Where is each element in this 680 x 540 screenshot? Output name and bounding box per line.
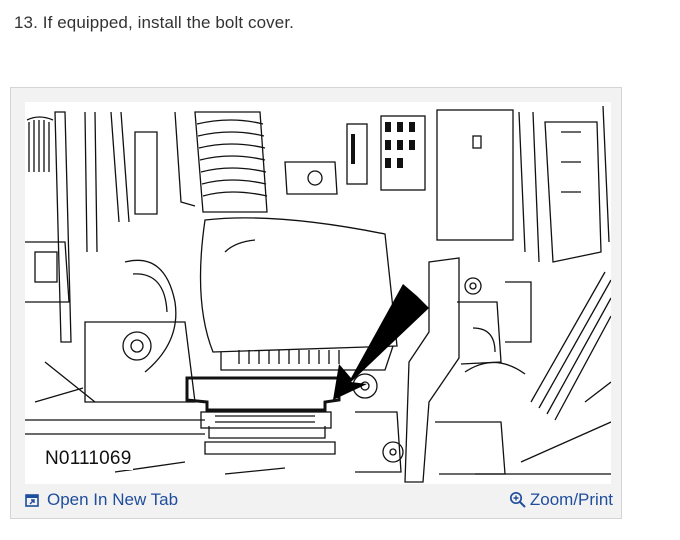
open-in-new-tab-icon <box>25 493 40 508</box>
bolt-cover <box>185 376 341 412</box>
radiator-fins <box>26 116 54 172</box>
zoom-print-link[interactable]: Zoom/Print <box>509 490 613 510</box>
intake-bellows <box>194 111 268 213</box>
air-box <box>199 217 398 371</box>
open-in-new-tab-link[interactable]: Open In New Tab <box>25 490 178 510</box>
figure-id-label: N0111069 <box>43 448 134 470</box>
open-in-new-tab-label: Open In New Tab <box>47 490 179 509</box>
engine-bay-diagram[interactable]: N0111069 <box>25 102 611 484</box>
step-instruction: 13. If equipped, install the bolt cover. <box>14 13 294 32</box>
callout-arrow <box>333 284 429 400</box>
zoom-magnifier-icon <box>509 491 527 509</box>
figure-card: N0111069 Open In New Tab Zoom/Print <box>10 87 622 519</box>
figure-footer: Open In New Tab Zoom/Print <box>11 486 621 518</box>
zoom-print-label: Zoom/Print <box>529 490 613 509</box>
